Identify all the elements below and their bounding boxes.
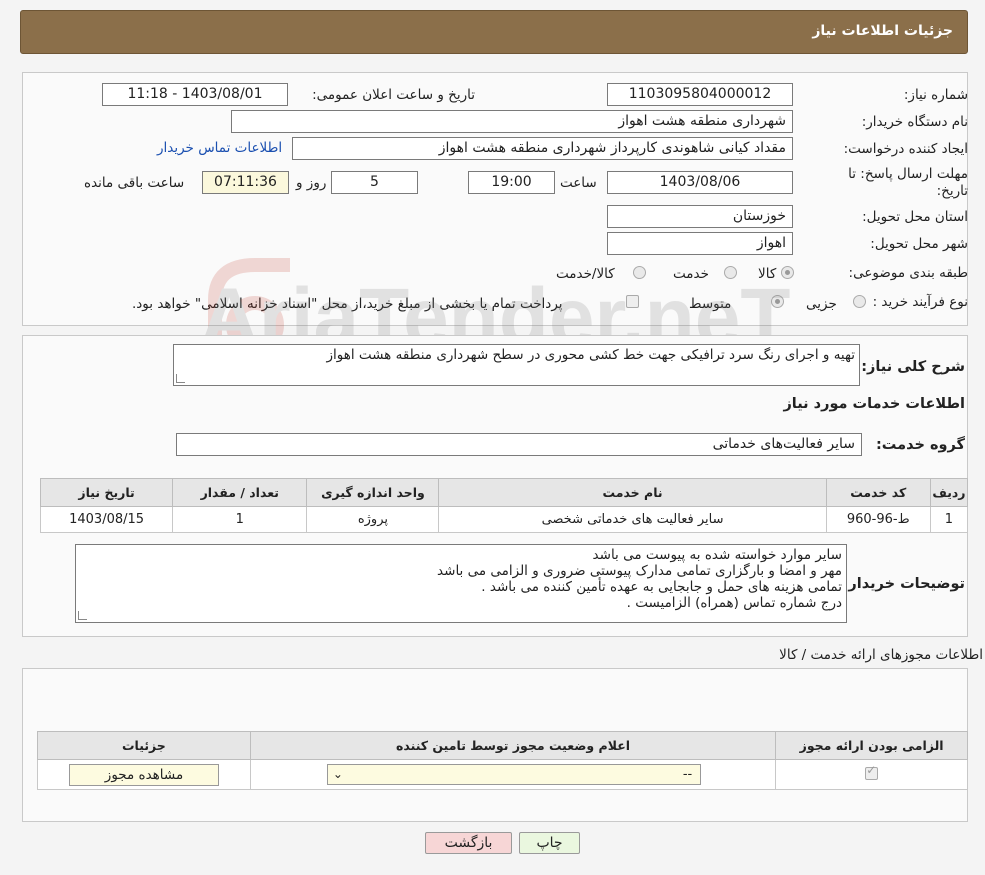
category-radio-service[interactable]: [724, 266, 737, 279]
cell-need-date: 1403/08/15: [39, 506, 174, 533]
check-mark-icon: ✓: [866, 763, 877, 777]
cell-row-number: 1: [929, 506, 969, 533]
process-radio-medium[interactable]: [771, 295, 784, 308]
buyer-contact-link[interactable]: اطلاعات تماس خریدار: [157, 140, 282, 156]
creator-field: مقداد کیانی شاهوندی کارپرداز شهرداری منط…: [292, 137, 793, 160]
col-row-number: ردیف: [929, 478, 969, 507]
treasury-checkbox[interactable]: [626, 295, 639, 308]
back-button[interactable]: بازگشت: [425, 832, 512, 854]
deadline-time-label: ساعت: [560, 175, 597, 191]
services-section-title: اطلاعات خدمات مورد نیاز: [783, 396, 965, 412]
process-option-minor: جزیی: [806, 296, 837, 312]
buyer-note-line: تمامی هزینه های حمل و جابجایی به عهده تأ…: [481, 579, 842, 595]
licenses-table-header: الزامی بودن ارائه مجوز اعلام وضعیت مجوز …: [37, 731, 968, 760]
need-number-label: شماره نیاز:: [903, 87, 968, 103]
col-license-required: الزامی بودن ارائه مجوز: [775, 731, 968, 760]
cell-license-required: ✓: [775, 759, 968, 790]
buyer-note-line: مهر و امضا و بارگزاری تمامی مدارک پیوستی…: [437, 563, 842, 579]
category-radio-goods[interactable]: [781, 266, 794, 279]
city-label: شهر محل تحویل:: [870, 236, 968, 252]
cell-license-details: مشاهده مجوز: [37, 759, 251, 790]
province-label: استان محل تحویل:: [862, 209, 968, 225]
col-service-name: نام خدمت: [438, 478, 827, 507]
remaining-time-field: 07:11:36: [202, 171, 289, 194]
view-license-button[interactable]: مشاهده مجوز: [69, 764, 219, 786]
category-option-goods: کالا: [758, 266, 777, 282]
category-option-service: خدمت: [673, 266, 709, 282]
services-table-header: ردیف کد خدمت نام خدمت واحد اندازه گیری ت…: [39, 478, 969, 507]
service-group-field: سایر فعالیت‌های خدماتی: [176, 433, 862, 456]
category-option-goods-service: کالا/خدمت: [556, 266, 615, 282]
page-header: جزئیات اطلاعات نیاز: [20, 10, 968, 54]
license-status-value: --: [682, 767, 693, 782]
province-field: خوزستان: [607, 205, 793, 228]
cell-license-status: ⌄ --: [249, 759, 777, 790]
summary-text: تهیه و اجرای رنگ سرد ترافیکی جهت خط کشی …: [326, 347, 855, 363]
col-need-date: تاریخ نیاز: [39, 478, 174, 507]
license-status-select[interactable]: ⌄ --: [326, 764, 701, 785]
buyer-notes-label: توضیحات خریدار:: [842, 576, 965, 592]
print-button[interactable]: چاپ: [519, 832, 580, 854]
col-unit: واحد اندازه گیری: [306, 478, 440, 507]
deadline-date-field: 1403/08/06: [607, 171, 793, 194]
services-table: ردیف کد خدمت نام خدمت واحد اندازه گیری ت…: [39, 478, 969, 533]
category-label: طبقه بندی موضوعی:: [848, 265, 968, 281]
deadline-label: مهلت ارسال پاسخ: تا تاریخ:: [848, 166, 968, 199]
col-service-code: کد خدمت: [825, 478, 931, 507]
cell-service-name: سایر فعالیت های خدماتی شخصی: [438, 506, 827, 533]
need-number-field: 1103095804000012: [607, 83, 793, 106]
buyer-note-line: درج شماره تماس (همراه) الزامیست .: [626, 595, 842, 611]
announce-datetime-label: تاریخ و ساعت اعلان عمومی:: [312, 87, 475, 103]
chevron-down-icon: ⌄: [332, 767, 343, 781]
remaining-time-label: ساعت باقی مانده: [84, 175, 185, 191]
buyer-note-line: سایر موارد خواسته شده به پیوست می باشد: [592, 547, 842, 563]
treasury-note: پرداخت تمام یا بخشی از مبلغ خرید،از محل …: [132, 296, 563, 312]
cell-service-code: ط-96-960: [825, 506, 931, 533]
col-license-status: اعلام وضعیت مجوز توسط تامین کننده: [249, 731, 777, 760]
process-radio-minor[interactable]: [853, 295, 866, 308]
process-option-medium: متوسط: [689, 296, 732, 312]
process-type-label: نوع فرآیند خرید :: [872, 294, 968, 310]
cell-quantity: 1: [172, 506, 308, 533]
days-field: 5: [331, 171, 418, 194]
col-license-details: جزئیات: [37, 731, 251, 760]
col-quantity: تعداد / مقدار: [172, 478, 308, 507]
creator-label: ایجاد کننده درخواست:: [843, 141, 968, 157]
service-group-label: گروه خدمت:: [875, 437, 965, 453]
page-title: جزئیات اطلاعات نیاز: [812, 23, 953, 39]
resize-grip-icon: [78, 611, 87, 620]
table-row: ✓ ⌄ -- مشاهده مجوز: [37, 759, 968, 790]
category-radio-goods-service[interactable]: [633, 266, 646, 279]
licenses-section-title: اطلاعات مجوزهای ارائه خدمت / کالا: [779, 647, 983, 663]
cell-unit: پروژه: [306, 506, 440, 533]
days-label: روز و: [296, 175, 327, 191]
announce-datetime-field: 1403/08/01 - 11:18: [102, 83, 288, 106]
deadline-time-field: 19:00: [468, 171, 555, 194]
summary-label: شرح کلی نیاز:: [861, 359, 965, 375]
summary-textarea[interactable]: تهیه و اجرای رنگ سرد ترافیکی جهت خط کشی …: [173, 344, 860, 386]
buyer-org-field: شهرداری منطقه هشت اهواز: [231, 110, 793, 133]
resize-grip-icon: [176, 374, 185, 383]
table-row: 1 ط-96-960 سایر فعالیت های خدماتی شخصی پ…: [39, 506, 969, 533]
buyer-notes-textarea[interactable]: سایر موارد خواسته شده به پیوست می باشد م…: [75, 544, 847, 623]
city-field: اهواز: [607, 232, 793, 255]
licenses-table: الزامی بودن ارائه مجوز اعلام وضعیت مجوز …: [37, 731, 968, 790]
buyer-org-label: نام دستگاه خریدار:: [861, 114, 968, 130]
